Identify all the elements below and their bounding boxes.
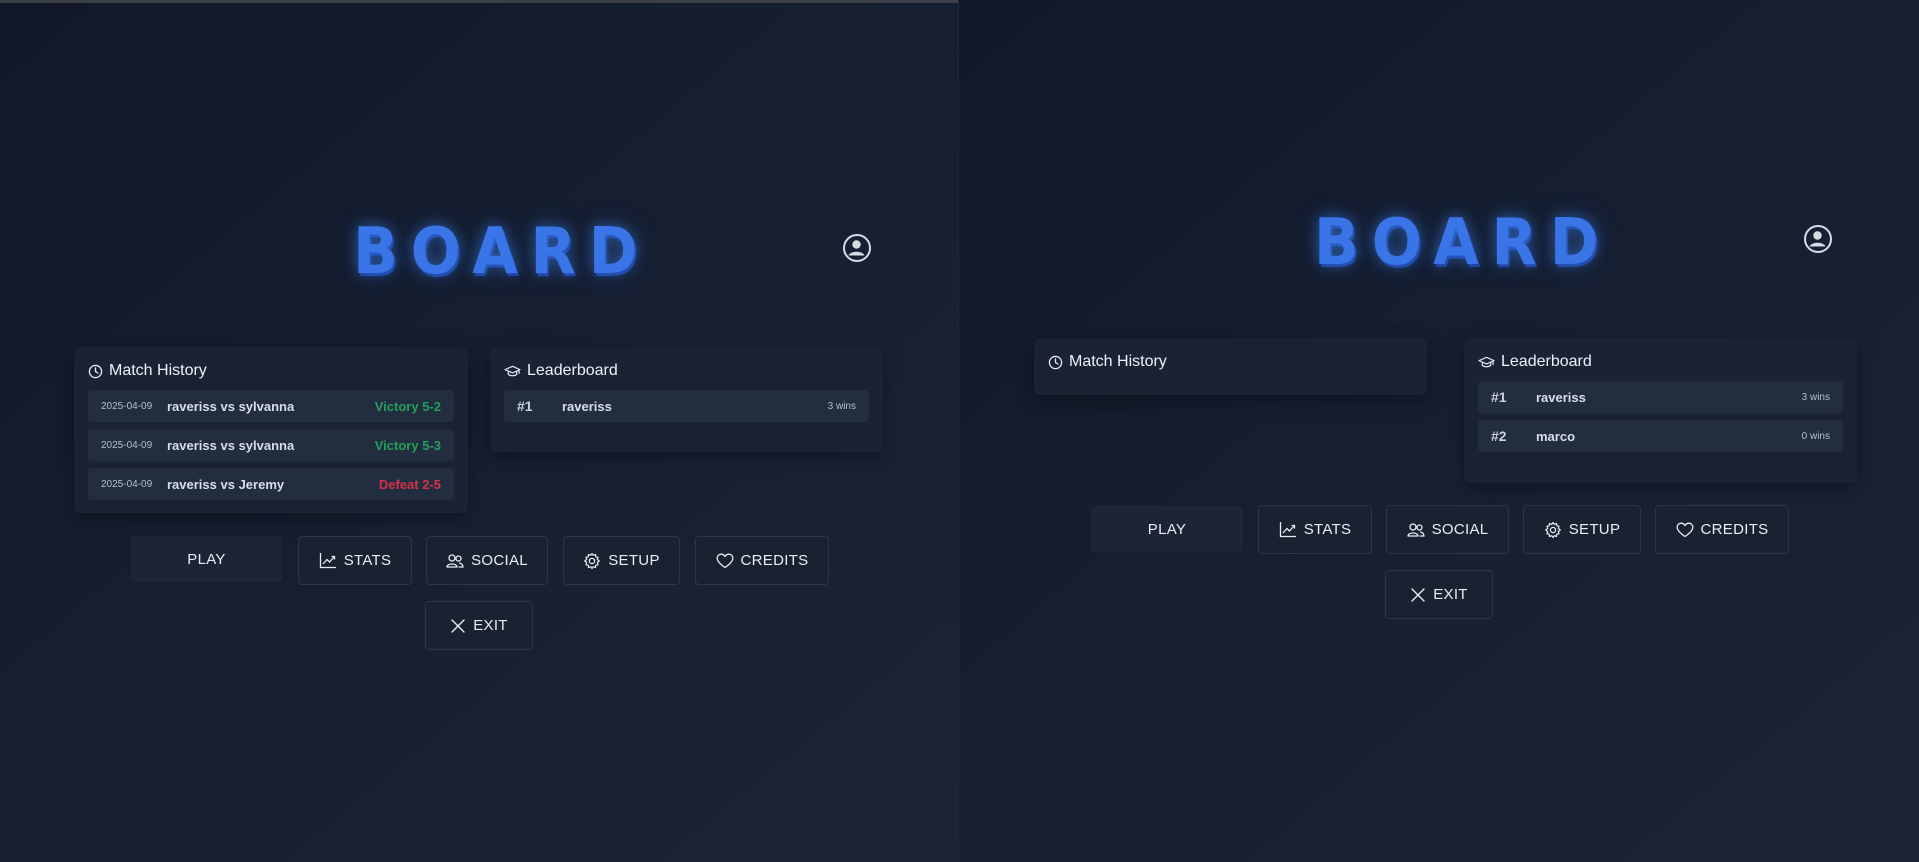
- graduation-cap-icon: [1478, 356, 1495, 367]
- leaderboard-title: Leaderboard: [1501, 353, 1592, 370]
- gear-icon: [584, 552, 601, 569]
- match-row[interactable]: 2025-04-09 raveriss vs sylvanna Victory …: [88, 390, 454, 422]
- leaderboard-title: Leaderboard: [527, 362, 618, 379]
- leaderboard-wins: 0 wins: [1801, 430, 1830, 442]
- users-icon: [446, 553, 464, 568]
- match-date: 2025-04-09: [101, 439, 153, 451]
- leaderboard-panel: Leaderboard #1 raveriss 3 wins: [490, 347, 883, 452]
- exit-button[interactable]: EXIT: [425, 601, 533, 650]
- trending-up-icon: [1279, 522, 1296, 538]
- app-logo: BOARD: [353, 215, 651, 289]
- play-button[interactable]: PLAY: [131, 536, 282, 582]
- graduation-cap-icon: [504, 365, 521, 376]
- stats-button[interactable]: STATS: [298, 536, 412, 585]
- match-history-panel: Match History: [1034, 338, 1427, 395]
- match-row[interactable]: 2025-04-09 raveriss vs Jeremy Defeat 2-5: [88, 468, 454, 500]
- setup-button[interactable]: SETUP: [1523, 505, 1641, 554]
- exit-button[interactable]: EXIT: [1385, 570, 1493, 619]
- credits-label: CREDITS: [1700, 521, 1769, 538]
- right-window: BOARD Match History Leaderboard #1 raver…: [959, 0, 1919, 862]
- play-label: PLAY: [1147, 520, 1187, 538]
- credits-button[interactable]: CREDITS: [695, 536, 829, 585]
- leaderboard-player: marco: [1536, 428, 1576, 444]
- setup-button[interactable]: SETUP: [563, 536, 680, 585]
- match-history-panel: Match History 2025-04-09 raveriss vs syl…: [74, 347, 468, 513]
- trending-up-icon: [319, 553, 336, 569]
- leaderboard-player: raveriss: [562, 398, 612, 414]
- leaderboard-rank: #1: [517, 398, 533, 414]
- leaderboard-row[interactable]: #2 marco 0 wins: [1478, 420, 1843, 452]
- stats-button[interactable]: STATS: [1258, 505, 1372, 554]
- leaderboard-row[interactable]: #1 raveriss 3 wins: [504, 390, 869, 422]
- window-top-border: [0, 0, 958, 3]
- leaderboard-player: raveriss: [1536, 389, 1586, 405]
- profile-button[interactable]: [1804, 225, 1832, 253]
- leaderboard-row[interactable]: #1 raveriss 3 wins: [1478, 381, 1843, 413]
- match-row[interactable]: 2025-04-09 raveriss vs sylvanna Victory …: [88, 429, 454, 461]
- exit-label: EXIT: [1433, 586, 1468, 603]
- match-result: Victory 5-2: [374, 398, 441, 414]
- play-button[interactable]: PLAY: [1091, 506, 1243, 552]
- social-label: SOCIAL: [471, 552, 528, 569]
- left-window: BOARD Match History 2025-04-09 raveriss …: [0, 0, 958, 862]
- heart-icon: [716, 553, 733, 568]
- exit-label: EXIT: [473, 617, 508, 634]
- social-button[interactable]: SOCIAL: [426, 536, 548, 585]
- user-circle-icon: [848, 240, 865, 256]
- heart-icon: [1676, 522, 1693, 537]
- leaderboard-panel: Leaderboard #1 raveriss 3 wins #2 marco …: [1464, 338, 1857, 483]
- match-result: Defeat 2-5: [378, 476, 441, 492]
- match-history-header: Match History: [1048, 352, 1413, 372]
- close-icon: [1411, 587, 1425, 602]
- match-date: 2025-04-09: [101, 478, 153, 490]
- clock-icon: [1048, 355, 1063, 369]
- match-players: raveriss vs sylvanna: [167, 437, 295, 453]
- social-label: SOCIAL: [1431, 521, 1489, 538]
- match-players: raveriss vs sylvanna: [167, 398, 295, 414]
- match-history-title: Match History: [1069, 353, 1167, 370]
- social-button[interactable]: SOCIAL: [1386, 505, 1509, 554]
- match-result: Victory 5-3: [374, 437, 441, 453]
- leaderboard-wins: 3 wins: [1801, 391, 1830, 403]
- match-history-title: Match History: [109, 362, 207, 379]
- leaderboard-rank: #2: [1491, 428, 1507, 444]
- user-circle-icon: [1809, 231, 1826, 247]
- close-icon: [451, 618, 465, 633]
- users-icon: [1406, 522, 1425, 537]
- match-date: 2025-04-09: [101, 400, 153, 412]
- play-label: PLAY: [187, 550, 226, 568]
- leaderboard-header: Leaderboard: [1478, 352, 1843, 372]
- clock-icon: [88, 364, 103, 378]
- gear-icon: [1544, 521, 1561, 538]
- setup-label: SETUP: [1568, 521, 1621, 538]
- leaderboard-wins: 3 wins: [827, 400, 856, 412]
- leaderboard-header: Leaderboard: [504, 361, 869, 381]
- match-players: raveriss vs Jeremy: [167, 476, 285, 492]
- match-history-header: Match History: [88, 361, 454, 381]
- credits-label: CREDITS: [740, 552, 809, 569]
- stats-label: STATS: [1303, 521, 1352, 538]
- credits-button[interactable]: CREDITS: [1655, 505, 1789, 554]
- stats-label: STATS: [343, 552, 392, 569]
- setup-label: SETUP: [608, 552, 660, 569]
- profile-button[interactable]: [843, 234, 871, 262]
- app-logo: BOARD: [1314, 206, 1612, 280]
- leaderboard-rank: #1: [1491, 389, 1507, 405]
